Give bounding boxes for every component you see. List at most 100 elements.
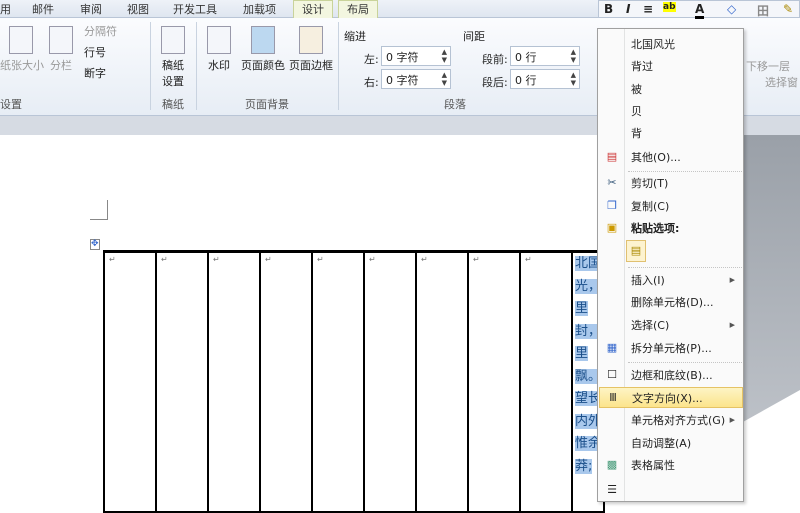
tab-view[interactable]: 视图 — [127, 1, 149, 17]
menu-item-suggestion[interactable]: 背 — [599, 123, 743, 144]
spinner-icon[interactable]: ▲ ▼ — [442, 48, 447, 64]
menu-separator — [628, 267, 742, 268]
table-cell[interactable]: ↵ — [259, 250, 313, 513]
paper-size-icon — [9, 26, 33, 54]
page-borders-button[interactable]: 页面边框 — [288, 26, 334, 73]
menu-item-text-direction[interactable]: Ⅲ 文字方向(X)... — [599, 387, 743, 408]
table-cell[interactable]: ↵ — [207, 250, 261, 513]
spinner-icon[interactable]: ▲ ▼ — [571, 71, 576, 87]
indent-right-value: 0 字符 — [386, 74, 419, 87]
spacing-after-input[interactable]: 0 行 ▲ ▼ — [510, 69, 580, 89]
menu-label: 其他(O)... — [631, 151, 681, 164]
hyphenation-button[interactable]: 断字 — [84, 65, 106, 81]
table-cell[interactable]: ↵ — [311, 250, 365, 513]
center-button[interactable]: ≡ — [643, 2, 653, 16]
borders-button[interactable]: 田 — [757, 2, 769, 19]
table-cell[interactable]: ↵ — [467, 250, 521, 513]
menu-separator — [628, 362, 742, 363]
divider — [196, 22, 197, 110]
selection-pane-button[interactable]: 选择窗 — [765, 74, 798, 90]
menu-item-select[interactable]: 选择(C) ▶ — [599, 315, 743, 336]
page-color-label: 页面颜色 — [241, 59, 285, 72]
highlight-button[interactable]: ab — [663, 2, 676, 12]
menu-label: 文字方向(X)... — [632, 392, 703, 405]
paragraph-group-label: 段落 — [444, 98, 466, 111]
bold-button[interactable]: B — [604, 2, 613, 16]
table-cell[interactable]: ↵ — [519, 250, 573, 513]
page-setup-group-label: 设置 — [0, 98, 22, 111]
indent-left-input[interactable]: 0 字符 ▲ ▼ — [381, 46, 451, 66]
menu-item-borders-shading[interactable]: ☐ 边框和底纹(B)... — [599, 365, 743, 386]
tab-start[interactable]: 用 — [0, 1, 11, 17]
menu-item-copy[interactable]: ❐ 复制(C) — [599, 196, 743, 217]
copy-icon: ❐ — [607, 199, 617, 212]
spacing-after-value: 0 行 — [515, 74, 537, 87]
font-color-button[interactable]: A — [695, 2, 705, 19]
split-cells-icon: ▦ — [606, 341, 618, 354]
line-numbers-button[interactable]: 行号 — [84, 44, 106, 60]
breaks-button[interactable]: 分隔符 — [84, 23, 117, 39]
spacing-before-value: 0 行 — [515, 51, 537, 64]
spinner-icon[interactable]: ▲ ▼ — [442, 71, 447, 87]
columns-label: 分栏 — [50, 59, 72, 72]
tab-addins[interactable]: 加载项 — [243, 1, 276, 17]
tab-developer[interactable]: 开发工具 — [173, 1, 217, 17]
menu-item-insert[interactable]: 插入(I) ▶ — [599, 270, 743, 291]
menu-item-bullets[interactable]: ☰ — [599, 480, 743, 501]
tab-layout[interactable]: 布局 — [338, 0, 378, 18]
menu-item-cut[interactable]: ✂ 剪切(T) — [599, 173, 743, 194]
tab-design[interactable]: 设计 — [293, 0, 333, 18]
table-cell[interactable]: ↵ — [415, 250, 469, 513]
format-painter-button[interactable]: ✎ — [783, 2, 793, 16]
shading-button[interactable]: ◇ — [727, 2, 736, 16]
indent-right-input[interactable]: 0 字符 ▲ ▼ — [381, 69, 451, 89]
submenu-arrow-icon: ▶ — [729, 416, 735, 424]
paper-size-button[interactable]: 纸张大小 — [0, 26, 44, 73]
table-cell[interactable]: ↵ — [363, 250, 417, 513]
menu-label: 插入(I) — [631, 274, 665, 287]
tab-review[interactable]: 审阅 — [80, 1, 102, 17]
indent-label: 缩进 — [344, 30, 366, 43]
watermark-icon — [207, 26, 231, 54]
spinner-icon[interactable]: ▲ ▼ — [571, 48, 576, 64]
menu-item-suggestion[interactable]: 贝 — [599, 101, 743, 122]
menu-item-cell-alignment[interactable]: 单元格对齐方式(G) ▶ — [599, 410, 743, 431]
menu-item-split-cells[interactable]: ▦ 拆分单元格(P)... — [599, 338, 743, 359]
paper-size-label: 纸张大小 — [0, 59, 44, 72]
borders-icon: ☐ — [607, 368, 617, 381]
menu-label: 复制(C) — [631, 200, 670, 213]
table-cell[interactable]: ↵ — [155, 250, 209, 513]
menu-item-autofit[interactable]: 自动调整(A) — [599, 433, 743, 454]
bullet-list-icon: ☰ — [607, 483, 617, 496]
menu-item-suggestion[interactable]: 被 — [599, 79, 743, 100]
divider — [338, 22, 339, 110]
watermark-button[interactable]: 水印 — [204, 26, 234, 73]
cell-line: 里 — [575, 346, 589, 361]
table-cell[interactable]: ↵ — [103, 250, 157, 513]
table-move-handle-icon[interactable]: ✥ — [90, 239, 100, 250]
manuscript-settings-button[interactable]: 稿纸 设置 — [158, 26, 188, 89]
cell-line: 里 — [575, 301, 589, 316]
menu-separator — [628, 171, 742, 172]
page-color-icon — [251, 26, 275, 54]
tab-mailings[interactable]: 邮件 — [32, 1, 54, 17]
menu-item-suggestion[interactable]: 北国风光 — [599, 34, 743, 55]
menu-item-suggestion[interactable]: 背过 — [599, 56, 743, 77]
menu-item-other[interactable]: ▤ 其他(O)... — [599, 147, 743, 168]
indent-left-value: 0 字符 — [386, 51, 419, 64]
spacing-before-label: 段前: — [482, 53, 508, 66]
menu-item-table-properties[interactable]: ▩ 表格属性 — [599, 455, 743, 476]
italic-button[interactable]: I — [626, 2, 630, 16]
spacing-after-label: 段后: — [482, 76, 508, 89]
margin-corner-mark — [90, 200, 108, 220]
submenu-arrow-icon: ▶ — [729, 321, 735, 329]
menu-label: 边框和底纹(B)... — [631, 369, 713, 382]
page-color-button[interactable]: 页面颜色 — [240, 26, 286, 73]
paste-keep-formatting-icon[interactable]: ▤ — [626, 240, 646, 262]
menu-item-delete-cells[interactable]: 删除单元格(D)... — [599, 292, 743, 313]
document-table[interactable]: ↵ ↵ ↵ ↵ ↵ ↵ ↵ ↵ ↵ 北国 光，里封，里飘。 望长 内外 惟余 莽; — [103, 250, 606, 513]
spacing-before-input[interactable]: 0 行 ▲ ▼ — [510, 46, 580, 66]
send-backward-button[interactable]: 下移一层 — [746, 58, 790, 74]
paste-icon: ▣ — [606, 221, 618, 234]
columns-button[interactable]: 分栏 — [46, 26, 76, 73]
